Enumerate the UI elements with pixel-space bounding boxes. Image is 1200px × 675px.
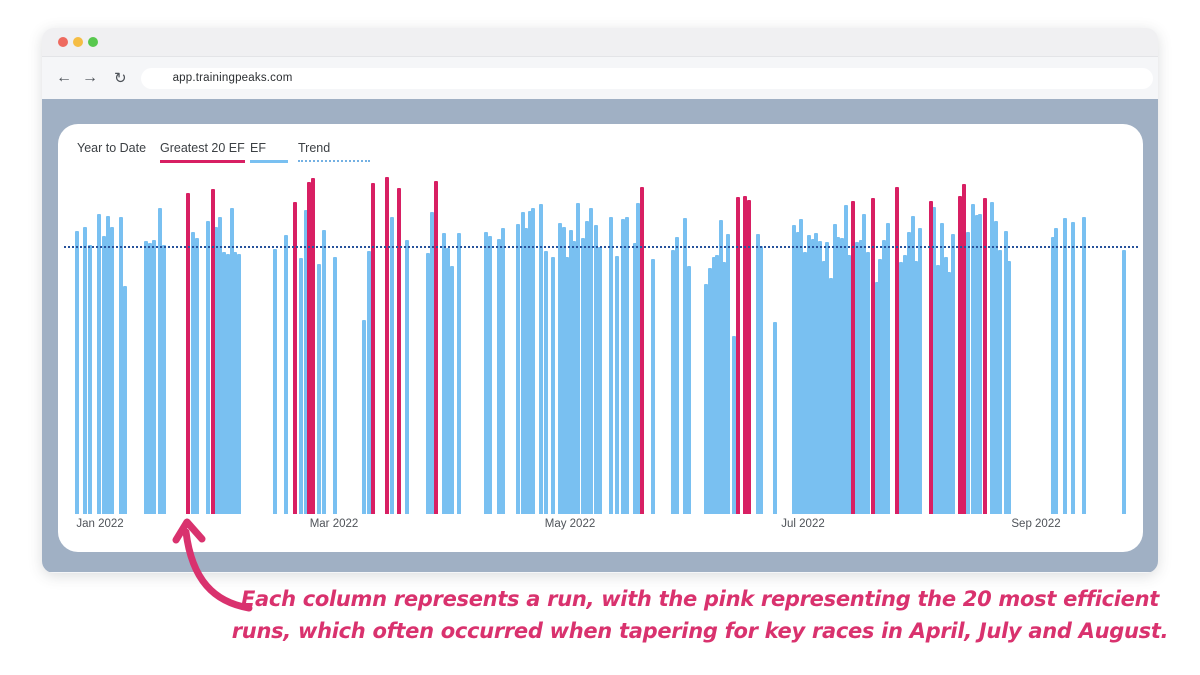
ef-run-bar[interactable]: [273, 249, 277, 514]
x-axis-label: Mar 2022: [310, 518, 359, 530]
ef-run-bar[interactable]: [97, 214, 101, 514]
ef-run-bar[interactable]: [488, 236, 492, 514]
browser-titlebar: [42, 28, 1158, 57]
ef-run-bar[interactable]: [675, 237, 679, 514]
ef-run-bar[interactable]: [322, 230, 326, 514]
chart-title: Year to Date: [77, 141, 146, 155]
ef-run-bar[interactable]: [544, 251, 548, 514]
window-close-button[interactable]: [58, 37, 68, 47]
ef-run-bar[interactable]: [405, 240, 409, 514]
ef-run-bar[interactable]: [531, 208, 535, 514]
ef-run-bar[interactable]: [195, 238, 199, 514]
ef-run-bar[interactable]: [773, 322, 777, 514]
ef-run-bar[interactable]: [110, 227, 114, 514]
ef-run-bar[interactable]: [206, 221, 210, 514]
ef-run-bar[interactable]: [966, 232, 970, 514]
browser-toolbar: ← → ↻ app.trainingpeaks.com: [42, 57, 1158, 99]
address-bar[interactable]: app.trainingpeaks.com: [141, 68, 1153, 89]
x-axis-label: Jan 2022: [76, 518, 123, 530]
ef-run-bar[interactable]: [162, 245, 166, 514]
greatest20-run-bar[interactable]: [385, 177, 389, 514]
legend-item-greatest-20-ef[interactable]: Greatest 20 EF: [160, 141, 245, 163]
ef-run-bar[interactable]: [123, 286, 127, 514]
ef-run-bar[interactable]: [615, 256, 619, 514]
greatest20-run-bar[interactable]: [371, 183, 375, 514]
ef-run-bar[interactable]: [83, 227, 87, 514]
ef-run-bar[interactable]: [75, 231, 79, 514]
greatest20-run-bar[interactable]: [736, 197, 740, 514]
ef-run-bar[interactable]: [501, 228, 505, 514]
ef-run-bar[interactable]: [625, 217, 629, 514]
reload-icon[interactable]: ↻: [114, 71, 127, 86]
ef-run-bar[interactable]: [759, 246, 763, 514]
ef-run-bar[interactable]: [317, 264, 321, 514]
x-axis-label: Jul 2022: [781, 518, 824, 530]
ef-run-bar[interactable]: [1071, 222, 1075, 514]
trend-line: [64, 246, 1138, 248]
ef-run-bar[interactable]: [589, 208, 593, 514]
ef-run-bar[interactable]: [539, 204, 543, 514]
x-axis-label: May 2022: [545, 518, 596, 530]
greatest20-run-bar[interactable]: [962, 184, 966, 514]
ef-run-bar[interactable]: [998, 250, 1002, 514]
ef-run-bar[interactable]: [457, 233, 461, 514]
ef-run-bar[interactable]: [886, 223, 890, 514]
ef-run-bar[interactable]: [1063, 218, 1067, 514]
ef-run-bar[interactable]: [978, 214, 982, 514]
ef-run-bar[interactable]: [237, 254, 241, 514]
annotation-line-1: Each column represents a run, with the p…: [185, 583, 1200, 615]
ef-run-bar[interactable]: [576, 203, 580, 514]
back-icon[interactable]: ←: [56, 70, 72, 86]
ef-run-bar[interactable]: [88, 245, 92, 514]
x-axis-label: Sep 2022: [1011, 518, 1060, 530]
ef-run-bar[interactable]: [866, 252, 870, 514]
greatest20-run-bar[interactable]: [397, 188, 401, 514]
greatest20-run-bar[interactable]: [895, 187, 899, 514]
greatest20-run-bar[interactable]: [640, 187, 644, 514]
legend-item-trend[interactable]: Trend: [298, 141, 370, 162]
ef-run-bar[interactable]: [551, 257, 555, 514]
ef-run-bar[interactable]: [390, 217, 394, 514]
ef-run-bar[interactable]: [687, 266, 691, 514]
legend-item-ef[interactable]: EF: [250, 141, 288, 163]
ef-run-bar[interactable]: [284, 235, 288, 514]
ef-run-bar[interactable]: [450, 266, 454, 514]
greatest20-run-bar[interactable]: [186, 193, 190, 514]
ef-run-bar[interactable]: [299, 258, 303, 514]
ef-run-bar[interactable]: [951, 234, 955, 514]
window-maximize-button[interactable]: [88, 37, 98, 47]
url-text: app.trainingpeaks.com: [173, 72, 293, 84]
ef-run-bar[interactable]: [918, 228, 922, 514]
ef-run-bar[interactable]: [1082, 217, 1086, 514]
greatest20-run-bar[interactable]: [211, 189, 215, 514]
ef-run-bar[interactable]: [1122, 250, 1126, 514]
ef-run-bar[interactable]: [1054, 228, 1058, 514]
ef-run-bar[interactable]: [726, 234, 730, 514]
annotation-note: Each column represents a run, with the p…: [185, 583, 1200, 647]
page: ← → ↻ app.trainingpeaks.com Year to Date…: [0, 0, 1200, 675]
forward-icon[interactable]: →: [82, 70, 98, 86]
greatest20-run-bar[interactable]: [293, 202, 297, 514]
ef-run-bar[interactable]: [152, 240, 156, 514]
greatest20-run-bar[interactable]: [434, 181, 438, 514]
ef-run-bar[interactable]: [362, 320, 366, 514]
ef-run-bar[interactable]: [609, 217, 613, 514]
window-minimize-button[interactable]: [73, 37, 83, 47]
ef-run-bar[interactable]: [1007, 261, 1011, 514]
ef-run-bar[interactable]: [598, 247, 602, 514]
greatest20-run-bar[interactable]: [311, 178, 315, 514]
ef-run-bar[interactable]: [516, 224, 520, 514]
ef-run-bar[interactable]: [651, 259, 655, 514]
ef-run-bar[interactable]: [333, 257, 337, 514]
annotation-line-2: runs, which often occurred when tapering…: [185, 615, 1200, 647]
